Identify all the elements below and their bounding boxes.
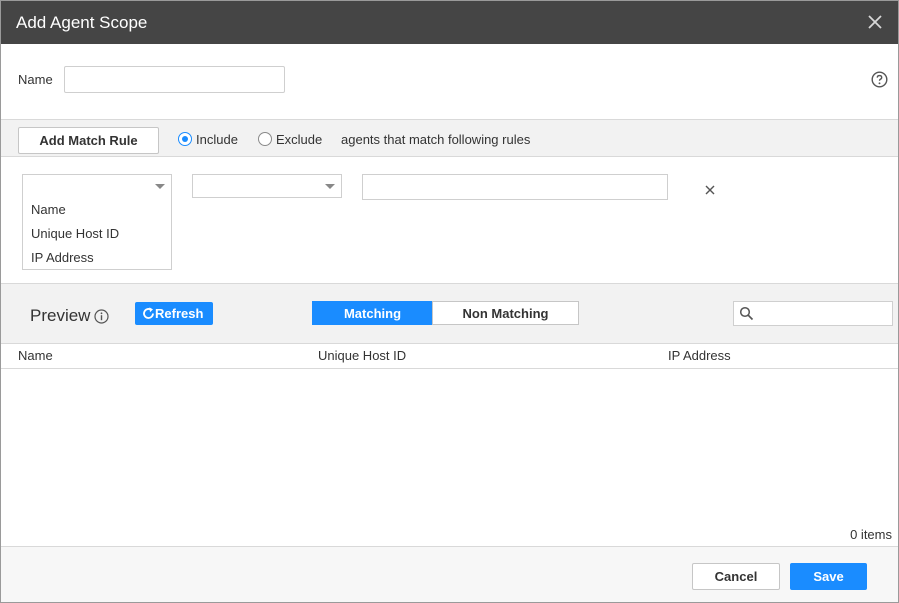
items-count: 0 items	[850, 527, 892, 542]
preview-bar: Preview Refresh Matching Non Matching	[1, 283, 898, 344]
match-rule-bar: Add Match Rule Include Exclude agents th…	[1, 119, 898, 157]
rule-operator-select[interactable]	[192, 174, 342, 198]
refresh-label: Refresh	[155, 306, 204, 321]
chevron-down-icon	[325, 184, 335, 189]
dialog-footer: Cancel Save	[1, 546, 898, 602]
exclude-label[interactable]: Exclude	[276, 132, 322, 147]
info-circle-icon[interactable]	[94, 309, 109, 324]
dropdown-option-ip-address[interactable]: IP Address	[31, 250, 94, 265]
preview-title: Preview	[30, 306, 91, 325]
chevron-down-icon	[155, 184, 165, 189]
dropdown-option-unique-host-id[interactable]: Unique Host ID	[31, 226, 119, 241]
column-header-name[interactable]: Name	[18, 348, 53, 363]
tab-non-matching[interactable]: Non Matching	[432, 301, 579, 325]
save-button[interactable]: Save	[790, 563, 867, 590]
search-icon	[739, 306, 754, 321]
rule-description: agents that match following rules	[341, 132, 531, 147]
add-match-rule-button[interactable]: Add Match Rule	[18, 127, 159, 154]
refresh-button[interactable]: Refresh	[135, 302, 213, 325]
name-input[interactable]	[64, 66, 285, 93]
preview-table-header: Name Unique Host ID IP Address	[1, 344, 898, 369]
column-header-unique-host-id[interactable]: Unique Host ID	[318, 348, 406, 363]
field-dropdown-list: Name Unique Host ID IP Address	[22, 197, 172, 270]
preview-search-input[interactable]	[758, 303, 888, 324]
name-label: Name	[18, 72, 53, 87]
remove-rule-icon[interactable]	[704, 184, 716, 196]
dialog-title: Add Agent Scope	[16, 13, 148, 32]
preview-search[interactable]	[733, 301, 893, 326]
include-label[interactable]: Include	[196, 132, 238, 147]
column-header-ip-address[interactable]: IP Address	[668, 348, 731, 363]
add-agent-scope-dialog: Add Agent Scope Name Add Match Rule Incl…	[0, 0, 899, 603]
question-circle-icon[interactable]	[871, 71, 888, 88]
rule-field-select[interactable]	[22, 174, 172, 198]
tab-matching[interactable]: Matching	[312, 301, 433, 325]
dialog-titlebar: Add Agent Scope	[1, 1, 898, 44]
rule-value-input[interactable]	[362, 174, 668, 200]
refresh-icon	[143, 307, 154, 319]
exclude-radio[interactable]	[258, 132, 272, 146]
close-icon[interactable]	[866, 13, 884, 31]
include-radio[interactable]	[178, 132, 192, 146]
cancel-button[interactable]: Cancel	[692, 563, 780, 590]
dropdown-option-name[interactable]: Name	[31, 202, 66, 217]
